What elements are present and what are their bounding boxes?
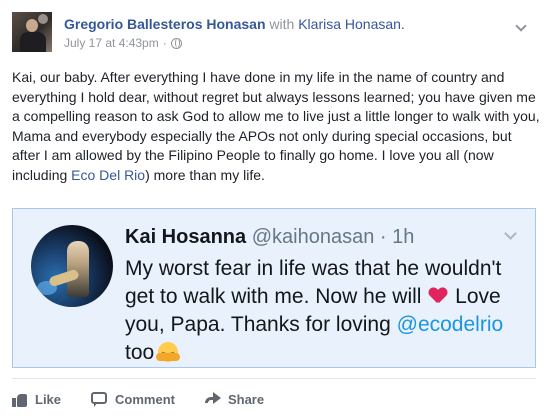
tweet-chevron-down-icon[interactable] — [503, 229, 517, 243]
post-header: Gregorio Ballesteros Honasan with Klaris… — [12, 12, 536, 56]
eco-del-rio-link[interactable]: Eco Del Rio — [71, 167, 145, 183]
like-label: Like — [35, 391, 62, 407]
meta-separator: · — [162, 36, 167, 50]
tweet-time[interactable]: 1h — [392, 226, 414, 248]
share-arrow-icon — [204, 392, 221, 406]
avatar-head — [26, 19, 38, 32]
with-text: with — [269, 16, 295, 32]
tweet-author-name[interactable]: Kai Hosanna — [125, 226, 246, 248]
author-name-link[interactable]: Gregorio Ballesteros Honasan — [64, 16, 266, 32]
share-label: Share — [227, 391, 265, 407]
tweet-handle[interactable]: @kaihonasan — [252, 226, 375, 248]
action-divider — [12, 378, 536, 379]
avatar-figure — [67, 241, 89, 297]
post-body: Kai, our baby. After everything I have d… — [12, 68, 540, 185]
tweet-avatar[interactable] — [31, 225, 113, 307]
avatar-light — [38, 14, 48, 24]
share-button[interactable]: Share — [204, 391, 265, 407]
like-button[interactable]: Like — [12, 392, 61, 407]
tweet-text-part3: too — [125, 341, 155, 364]
chevron-down-icon[interactable] — [514, 20, 528, 34]
action-bar: Like Comment Share — [12, 386, 536, 412]
tagged-user-link[interactable]: Klarisa Honasan. — [298, 16, 405, 32]
comment-button[interactable]: Comment — [91, 391, 175, 407]
tweet-header: Kai Hosanna @kaihonasan · 1h — [125, 225, 414, 249]
comment-label: Comment — [115, 391, 175, 407]
hug-emoji-icon — [156, 342, 181, 362]
post-body-end: ) more than my life. — [145, 166, 265, 183]
tweet-embed[interactable]: Kai Hosanna @kaihonasan · 1h My worst fe… — [12, 208, 536, 368]
tweet-separator: · — [379, 226, 387, 248]
heart-icon — [429, 288, 447, 304]
tweet-text: My worst fear in life was that he wouldn… — [125, 255, 525, 367]
post-timestamp[interactable]: July 17 at 4:43pm — [64, 36, 159, 50]
ecodelrio-mention-link[interactable]: @ecodelrio — [397, 313, 504, 336]
post-body-text: Kai, our baby. After everything I have d… — [12, 69, 540, 183]
post-meta: July 17 at 4:43pm · — [64, 36, 182, 50]
author-line: Gregorio Ballesteros Honasan with Klaris… — [64, 15, 405, 33]
comment-icon — [91, 391, 108, 407]
thumbs-up-icon — [12, 392, 28, 407]
author-avatar[interactable] — [12, 12, 52, 52]
avatar-body — [20, 32, 46, 52]
globe-icon[interactable] — [170, 37, 182, 49]
